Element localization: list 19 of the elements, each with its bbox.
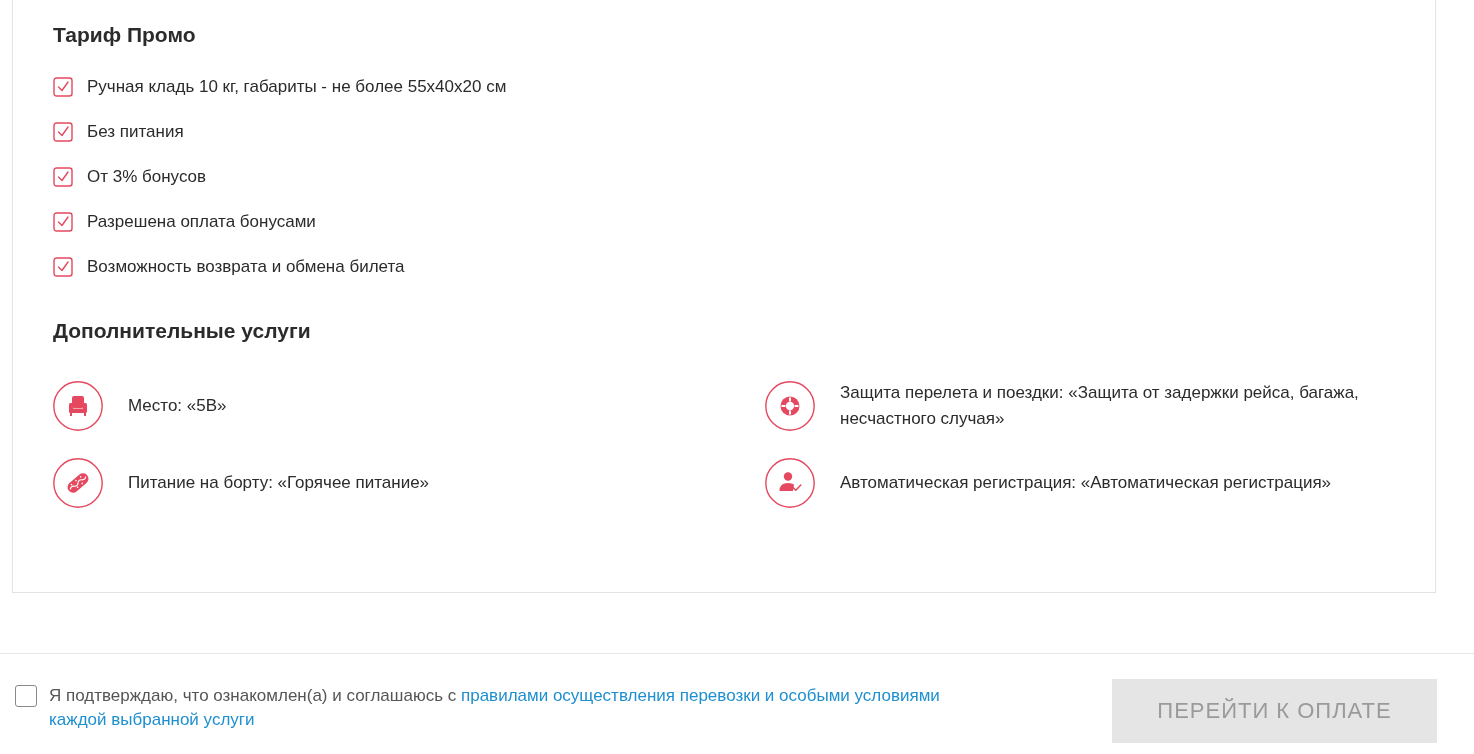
hot-dog-icon (53, 458, 103, 508)
service-text: Автоматическая регистрация: «Автоматическая регистрация» (840, 472, 1332, 494)
feature-text: Без питания (87, 121, 184, 143)
feature-text: Разрешена оплата бонусами (87, 211, 316, 233)
section-title: Тариф Промо (53, 22, 197, 48)
lifebuoy-icon (765, 381, 815, 431)
agree-checkbox[interactable] (15, 685, 37, 707)
service-text: Защита перелета и поездки: «Защита от задержки рейса, багажа, несчастного случая» (840, 382, 1360, 430)
feature-text: Ручная кладь 10 кг, габариты - не более 55x40x20 см (87, 76, 507, 98)
feature-text: Возможность возврата и обмена билета (87, 256, 405, 278)
rules-link[interactable]: каждой выбранной услуги (49, 710, 255, 729)
armchair-icon (53, 381, 103, 431)
service-text: Питание на борту: «Горячее питание» (128, 472, 430, 494)
feature-text: От 3% бонусов (87, 166, 207, 188)
agreement-text: Я подтверждаю, что ознакомлен(а) и соглашаюсь с правилами осуществления перевозки и особыми условиями каждой выбранной услуги (49, 685, 941, 731)
section-title: Дополнительные услуги (53, 318, 312, 344)
service-text: Место: «5B» (128, 395, 227, 417)
person-check-icon (765, 458, 815, 508)
rules-link[interactable]: правилами осуществления перевозки и особыми условиями (461, 686, 940, 705)
